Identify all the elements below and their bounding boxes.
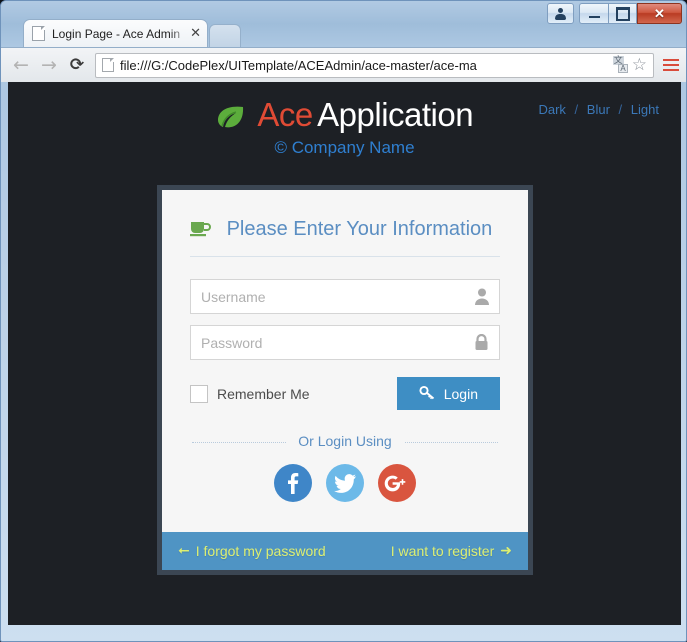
google-plus-icon — [384, 475, 406, 491]
login-footer: ➞ I forgot my password I want to registe… — [162, 532, 528, 570]
menu-line — [663, 64, 679, 66]
remember-me-label: Remember Me — [217, 385, 310, 402]
google-plus-login-button[interactable] — [378, 464, 416, 502]
login-heading-text: Please Enter Your Information — [226, 218, 493, 240]
menu-line — [663, 59, 679, 61]
arrow-left-icon: ➞ — [178, 543, 190, 559]
social-login-buttons — [190, 464, 500, 502]
coffee-cup-icon — [190, 219, 212, 243]
page-viewport: Ace Application © Company Name Dark / Bl… — [8, 82, 681, 625]
login-box-body: Please Enter Your Information Username R… — [162, 190, 528, 532]
back-button[interactable]: ← — [7, 51, 35, 79]
theme-link-dark[interactable]: Dark — [538, 102, 565, 117]
forgot-password-label: I forgot my password — [195, 543, 326, 559]
key-icon — [419, 385, 435, 403]
browser-toolbar: ← → ⟳ file:///G:/CodePlex/UITemplate/ACE… — [1, 47, 686, 82]
address-url-text: file:///G:/CodePlex/UITemplate/ACEAdmin/… — [120, 57, 477, 73]
user-icon — [554, 7, 567, 20]
page-header: Ace Application © Company Name Dark / Bl… — [8, 82, 681, 164]
tab-title: Login Page - Ace Admin — [52, 26, 181, 41]
arrow-right-icon: ➜ — [500, 543, 512, 559]
reload-button[interactable]: ⟳ — [63, 51, 91, 79]
theme-separator: / — [618, 102, 623, 117]
password-field-wrap — [190, 325, 500, 360]
tab-strip: Login Page - Ace Admin ✕ — [1, 19, 686, 47]
register-link[interactable]: I want to register ➜ — [391, 543, 512, 559]
remember-me-checkbox[interactable]: Remember Me — [190, 384, 310, 403]
minimize-icon — [588, 15, 600, 18]
forgot-password-link[interactable]: ➞ I forgot my password — [178, 543, 326, 559]
new-tab-button[interactable] — [209, 24, 241, 47]
register-label: I want to register — [390, 543, 495, 559]
facebook-login-button[interactable] — [274, 464, 312, 502]
menu-line — [663, 69, 679, 71]
brand-name-rest: Application — [317, 96, 474, 133]
bookmark-star-icon[interactable]: ☆ — [632, 55, 647, 75]
checkbox-box[interactable] — [190, 384, 208, 403]
twitter-icon — [334, 473, 356, 493]
login-actions-row: Remember Me Login — [190, 377, 500, 410]
facebook-icon — [288, 473, 299, 494]
address-bar[interactable]: file:///G:/CodePlex/UITemplate/ACEAdmin/… — [95, 52, 654, 78]
theme-link-light[interactable]: Light — [631, 102, 659, 117]
username-input[interactable] — [190, 279, 500, 314]
forward-button[interactable]: → — [35, 51, 63, 79]
twitter-login-button[interactable] — [326, 464, 364, 502]
login-button[interactable]: Login — [396, 377, 500, 410]
brand-name-accent: Ace — [257, 96, 313, 133]
theme-separator: / — [574, 102, 579, 117]
browser-menu-icon[interactable] — [660, 54, 682, 76]
company-name: © Company Name — [274, 138, 415, 157]
login-button-label: Login — [443, 385, 478, 402]
theme-link-blur[interactable]: Blur — [587, 102, 610, 117]
address-favicon-icon — [102, 58, 114, 72]
browser-window: ✕ Login Page - Ace Admin ✕ ← → ⟳ file://… — [0, 0, 687, 642]
login-box: Please Enter Your Information Username R… — [157, 185, 533, 575]
browser-tab[interactable]: Login Page - Ace Admin ✕ — [23, 19, 208, 47]
login-heading: Please Enter Your Information — [190, 218, 500, 257]
page-favicon-icon — [32, 26, 45, 41]
or-login-divider: Or Login Using — [190, 433, 500, 450]
translate-icon[interactable] — [612, 56, 628, 73]
or-login-label: Or Login Using — [286, 433, 404, 449]
username-field-wrap — [190, 279, 500, 314]
password-input[interactable] — [190, 325, 500, 360]
leaf-icon — [216, 105, 246, 134]
theme-switcher: Dark / Blur / Light — [538, 102, 659, 117]
tab-close-icon[interactable]: ✕ — [190, 26, 201, 41]
